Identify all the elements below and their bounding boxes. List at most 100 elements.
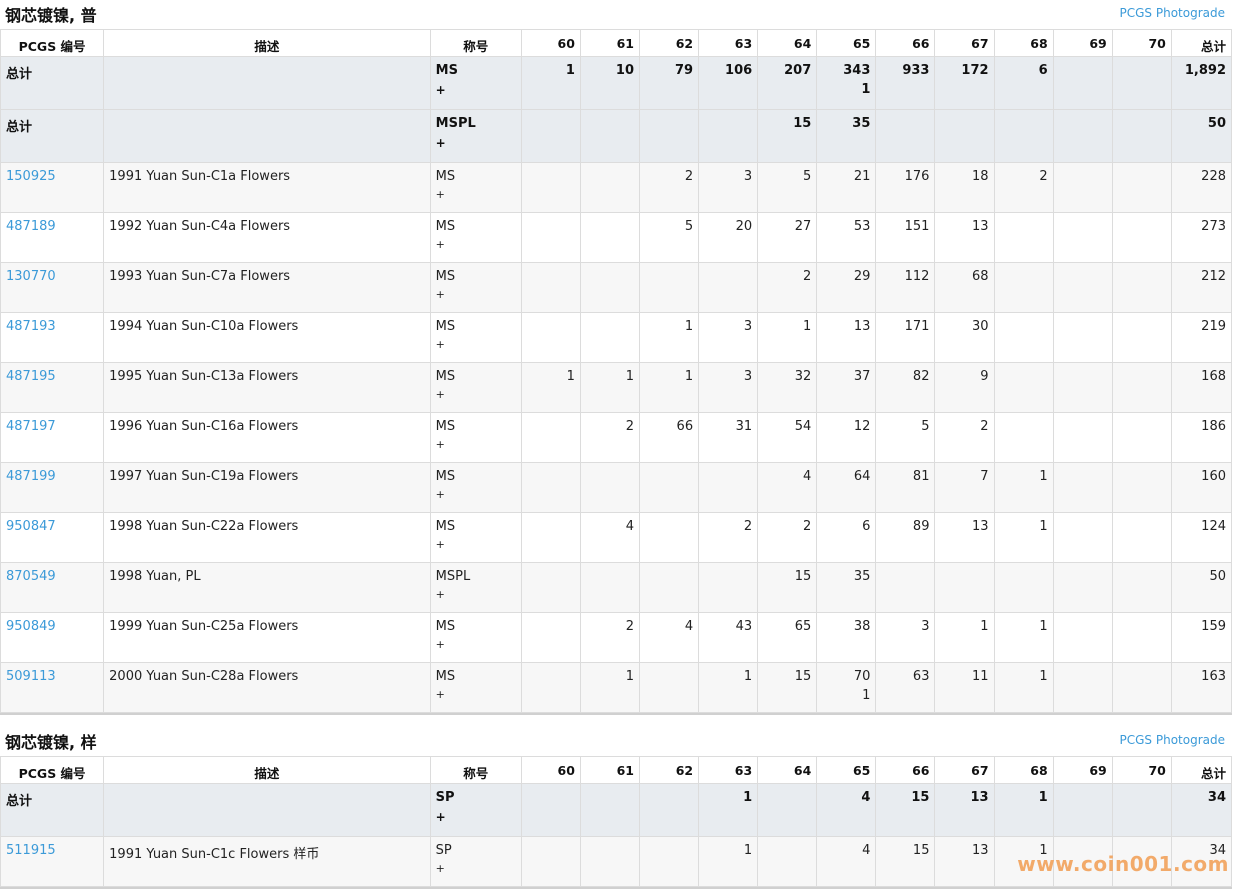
grade-count-cell[interactable]: 81 xyxy=(875,462,936,513)
grade-count-cell[interactable]: 3 xyxy=(698,162,759,213)
grade-count-cell[interactable]: 176 xyxy=(875,162,936,213)
grade-count-cell[interactable]: 35 xyxy=(816,562,877,613)
column-header[interactable]: 66 xyxy=(875,29,936,57)
grade-count-cell[interactable]: 1 xyxy=(698,662,759,713)
grade-count-cell[interactable]: 15 xyxy=(757,562,818,613)
column-header[interactable]: 64 xyxy=(757,756,818,784)
grade-count-cell[interactable]: 4 xyxy=(638,612,700,663)
column-header[interactable]: 61 xyxy=(579,29,641,57)
pcgs-number-link[interactable]: 487197 xyxy=(6,419,56,434)
pcgs-number-link[interactable]: 130770 xyxy=(6,269,56,284)
grade-count-cell[interactable]: 6 xyxy=(993,56,1054,110)
grade-count-cell[interactable]: 38 xyxy=(816,612,877,663)
pcgs-number-link[interactable]: 509113 xyxy=(6,669,56,684)
grade-count-cell[interactable]: 13 xyxy=(816,312,877,363)
grade-count-cell[interactable]: 64 xyxy=(816,462,877,513)
column-header[interactable]: 69 xyxy=(1052,756,1113,784)
pcgs-number-link[interactable]: 870549 xyxy=(6,569,56,584)
grade-count-cell[interactable]: 171 xyxy=(875,312,936,363)
grade-count-cell[interactable]: 7 xyxy=(934,462,995,513)
grade-count-cell[interactable]: 2 xyxy=(934,412,995,463)
grade-count-cell[interactable]: 29 xyxy=(816,262,877,313)
grade-count-cell[interactable]: 2 xyxy=(638,162,700,213)
pcgs-number-link[interactable]: 150925 xyxy=(6,169,56,184)
grade-count-cell[interactable]: 1 xyxy=(698,783,759,837)
grade-count-cell[interactable]: 933 xyxy=(875,56,936,110)
pcgs-number-link[interactable]: 487195 xyxy=(6,369,56,384)
grade-count-cell[interactable]: 1 xyxy=(934,612,995,663)
grade-count-cell[interactable]: 15 xyxy=(875,783,936,837)
column-header[interactable]: 称号 xyxy=(429,756,522,784)
grade-count-cell[interactable]: 27 xyxy=(757,212,818,263)
column-header[interactable]: 67 xyxy=(934,29,995,57)
column-header[interactable]: 68 xyxy=(993,756,1054,784)
grade-count-cell[interactable]: 106 xyxy=(698,56,759,110)
grade-count-cell[interactable]: 13 xyxy=(934,212,995,263)
grade-count-cell[interactable]: 3 xyxy=(698,312,759,363)
grade-count-cell[interactable]: 151 xyxy=(875,212,936,263)
column-header[interactable]: 称号 xyxy=(429,29,522,57)
grade-count-cell[interactable]: 1 xyxy=(638,362,700,413)
grade-count-cell[interactable]: 1 xyxy=(579,662,641,713)
grade-count-cell[interactable]: 53 xyxy=(816,212,877,263)
grade-count-cell[interactable]: 4 xyxy=(579,512,641,563)
grade-count-cell[interactable]: 1 xyxy=(698,836,759,887)
column-header[interactable]: 62 xyxy=(638,756,700,784)
grade-count-cell[interactable]: 66 xyxy=(638,412,700,463)
grade-count-cell[interactable]: 35 xyxy=(816,109,877,163)
column-header[interactable]: 63 xyxy=(698,756,759,784)
pcgs-number-link[interactable]: 487193 xyxy=(6,319,56,334)
grade-count-cell[interactable]: 20 xyxy=(698,212,759,263)
grade-count-cell[interactable]: 4 xyxy=(816,836,877,887)
column-header[interactable]: 64 xyxy=(757,29,818,57)
grade-count-cell[interactable]: 12 xyxy=(816,412,877,463)
grade-count-cell[interactable]: 1 xyxy=(993,512,1054,563)
grade-count-cell[interactable]: 1 xyxy=(993,783,1054,837)
grade-count-cell[interactable]: 32 xyxy=(757,362,818,413)
grade-count-cell[interactable]: 207 xyxy=(757,56,818,110)
grade-count-cell[interactable]: 15 xyxy=(757,662,818,713)
grade-count-cell[interactable]: 1 xyxy=(638,312,700,363)
grade-count-cell[interactable]: 65 xyxy=(757,612,818,663)
photograde-link[interactable]: PCGS Photograde xyxy=(1120,733,1225,747)
grade-count-cell[interactable]: 1 xyxy=(520,362,581,413)
grade-count-cell[interactable]: 3 xyxy=(698,362,759,413)
grade-count-cell[interactable]: 2 xyxy=(698,512,759,563)
grade-count-cell[interactable]: 1 xyxy=(993,612,1054,663)
grade-count-cell[interactable]: 1 xyxy=(579,362,641,413)
grade-count-cell[interactable]: 63 xyxy=(875,662,936,713)
pcgs-number-link[interactable]: 511915 xyxy=(6,843,56,858)
column-header[interactable]: 69 xyxy=(1052,29,1113,57)
column-header[interactable]: 70 xyxy=(1111,756,1172,784)
column-header[interactable]: PCGS 编号 xyxy=(0,756,105,784)
column-header[interactable]: 66 xyxy=(875,756,936,784)
grade-count-cell[interactable]: 112 xyxy=(875,262,936,313)
column-header[interactable]: 70 xyxy=(1111,29,1172,57)
grade-count-cell[interactable]: 15 xyxy=(875,836,936,887)
column-header[interactable]: 65 xyxy=(816,29,877,57)
grade-count-cell[interactable]: 4 xyxy=(816,783,877,837)
grade-count-cell[interactable]: 11 xyxy=(934,662,995,713)
grade-count-cell[interactable]: 70 1 xyxy=(816,662,877,713)
grade-count-cell[interactable]: 2 xyxy=(579,612,641,663)
grade-count-cell[interactable]: 1 xyxy=(757,312,818,363)
grade-count-cell[interactable]: 89 xyxy=(875,512,936,563)
grade-count-cell[interactable]: 31 xyxy=(698,412,759,463)
grade-count-cell[interactable]: 5 xyxy=(757,162,818,213)
column-header[interactable]: 65 xyxy=(816,756,877,784)
grade-count-cell[interactable]: 2 xyxy=(993,162,1054,213)
column-header[interactable]: 总计 xyxy=(1170,29,1233,57)
grade-count-cell[interactable]: 2 xyxy=(757,512,818,563)
grade-count-cell[interactable]: 4 xyxy=(757,462,818,513)
grade-count-cell[interactable]: 172 xyxy=(934,56,995,110)
grade-count-cell[interactable]: 343 1 xyxy=(816,56,877,110)
column-header[interactable]: 60 xyxy=(520,29,581,57)
grade-count-cell[interactable]: 82 xyxy=(875,362,936,413)
column-header[interactable]: 63 xyxy=(698,29,759,57)
column-header[interactable]: PCGS 编号 xyxy=(0,29,105,57)
pcgs-number-link[interactable]: 950849 xyxy=(6,619,56,634)
grade-count-cell[interactable]: 21 xyxy=(816,162,877,213)
photograde-link[interactable]: PCGS Photograde xyxy=(1120,6,1225,20)
grade-count-cell[interactable]: 68 xyxy=(934,262,995,313)
grade-count-cell[interactable]: 37 xyxy=(816,362,877,413)
